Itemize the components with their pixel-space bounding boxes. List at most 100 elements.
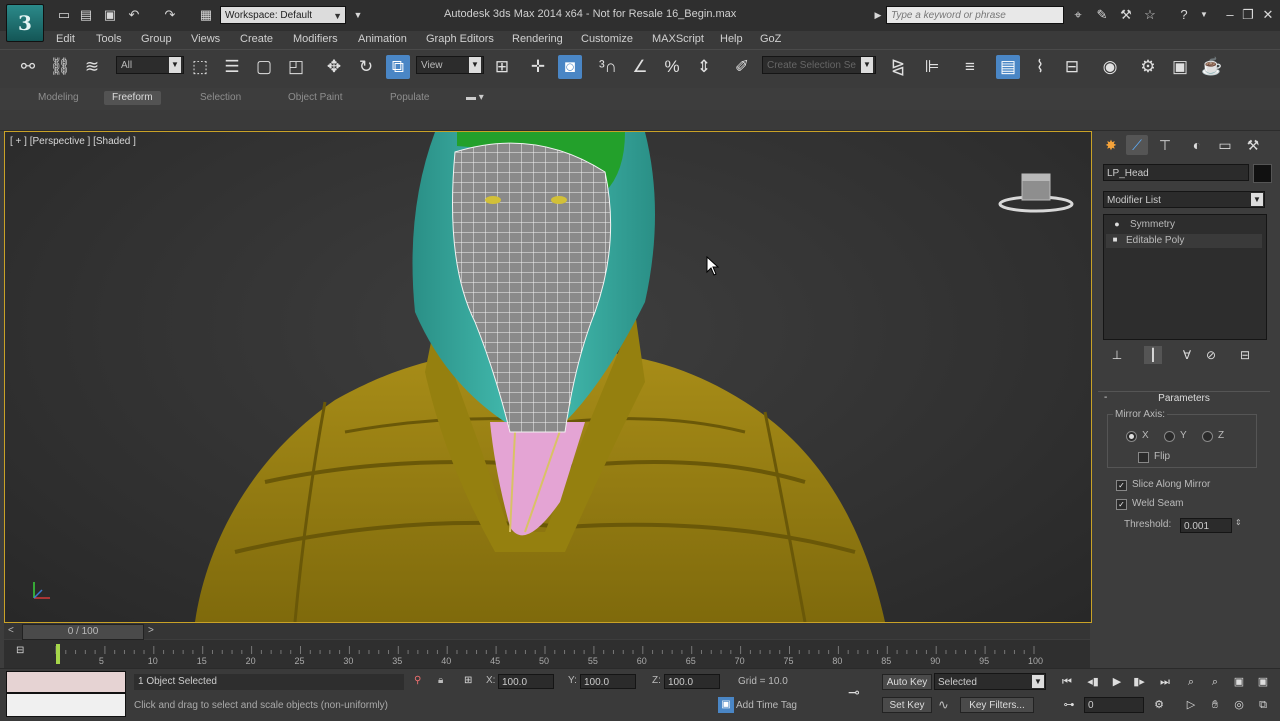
select-object-icon[interactable]: ⬚	[188, 55, 212, 79]
display-tab-icon[interactable]: ▭	[1214, 135, 1236, 155]
radio-axis-x[interactable]	[1126, 431, 1137, 442]
pivot-center-icon[interactable]: ⊞	[490, 55, 514, 79]
render-setup-icon[interactable]: ⚙	[1136, 55, 1160, 79]
go-to-end-icon[interactable]: ⏭	[1156, 673, 1174, 691]
material-editor-icon[interactable]: ◉	[1098, 55, 1122, 79]
z-coord-field[interactable]: 100.0	[664, 674, 720, 689]
pan-view-icon[interactable]: ✋︎	[1206, 696, 1224, 714]
maxscript-mini-listener[interactable]	[6, 671, 126, 693]
quick-access-menu-icon[interactable]: ▼	[350, 7, 366, 23]
select-by-name-icon[interactable]: ☰	[220, 55, 244, 79]
layer-manager-icon[interactable]: ≡	[958, 55, 982, 79]
auto-key-button[interactable]: Auto Key	[882, 674, 932, 690]
graphite-modeling-tools-icon[interactable]: ▤	[996, 55, 1020, 79]
rendered-frame-window-icon[interactable]: ▣	[1168, 55, 1192, 79]
ribbon-tab-populate[interactable]: Populate	[390, 92, 429, 103]
restore-icon[interactable]: ❐	[1240, 7, 1256, 23]
mirror-icon[interactable]: ⧎	[886, 55, 910, 79]
modifier-list-dropdown[interactable]: Modifier List ▼	[1103, 191, 1265, 208]
next-frame-icon[interactable]: ▮▸	[1130, 673, 1148, 691]
set-key-mode-icon[interactable]: ⊸	[848, 684, 860, 701]
spinner-arrows-icon[interactable]: ⇕	[1235, 518, 1242, 527]
time-slider-thumb[interactable]: 0 / 100	[22, 624, 144, 640]
rollout-collapse-icon[interactable]: -	[1104, 392, 1107, 403]
workspace-dropdown[interactable]: Workspace: Default ▼	[220, 6, 346, 24]
viewcube-icon[interactable]	[998, 170, 1078, 220]
schematic-view-icon[interactable]: ⊟	[1060, 55, 1084, 79]
subscription-center-icon[interactable]: ✎	[1094, 7, 1110, 23]
absolute-offset-toggle-icon[interactable]: ⊞	[464, 675, 472, 686]
menu-goz[interactable]: GoZ	[760, 33, 781, 45]
ribbon-tab-freeform[interactable]: Freeform	[104, 91, 161, 105]
select-and-link-icon[interactable]: ⚯	[16, 55, 40, 79]
radio-axis-z[interactable]	[1202, 431, 1213, 442]
key-mode-toggle-icon[interactable]: ⊶	[1060, 696, 1078, 714]
default-in-out-tangents-icon[interactable]: ∿	[938, 697, 949, 713]
menu-modifiers[interactable]: Modifiers	[293, 33, 338, 45]
edit-named-selection-icon[interactable]: ✐	[730, 55, 754, 79]
ribbon-tab-selection[interactable]: Selection	[200, 92, 241, 103]
isolate-selection-icon[interactable]: ⚲	[414, 675, 421, 686]
previous-frame-icon[interactable]: ◂▮	[1084, 673, 1102, 691]
align-icon[interactable]: ⊫	[920, 55, 944, 79]
new-file-icon[interactable]: ▭	[56, 7, 72, 23]
select-and-move-icon[interactable]: ✥	[322, 55, 346, 79]
create-tab-icon[interactable]: ✸	[1100, 135, 1122, 155]
parameters-rollout-header[interactable]: Parameters	[1098, 391, 1270, 406]
render-production-icon[interactable]: ☕	[1200, 55, 1224, 79]
search-expand-icon[interactable]: ▶	[870, 7, 886, 23]
time-slider-prev-icon[interactable]: <	[8, 625, 14, 636]
help-icon[interactable]: ?	[1176, 7, 1192, 23]
x-coord-field[interactable]: 100.0	[498, 674, 554, 689]
object-name-field[interactable]: LP_Head	[1103, 164, 1249, 181]
go-to-start-icon[interactable]: ⏮	[1058, 673, 1076, 691]
menu-help[interactable]: Help	[720, 33, 743, 45]
y-coord-field[interactable]: 100.0	[580, 674, 636, 689]
flip-checkbox[interactable]	[1138, 452, 1149, 463]
maxscript-mini-listener-output[interactable]	[6, 693, 126, 717]
percent-snap-icon[interactable]: %	[660, 55, 684, 79]
hierarchy-tab-icon[interactable]: ⊤	[1154, 135, 1176, 155]
time-configuration-icon[interactable]: ⚙	[1150, 696, 1168, 714]
perspective-viewport[interactable]	[4, 131, 1092, 623]
stack-item-editable-poly[interactable]: ■ Editable Poly	[1106, 234, 1262, 248]
app-logo-button[interactable]: 3	[6, 4, 44, 42]
object-color-swatch[interactable]	[1253, 164, 1272, 183]
orbit-icon[interactable]: ◎	[1230, 696, 1248, 714]
zoom-icon[interactable]: ⌕	[1182, 673, 1200, 691]
zoom-extents-all-icon[interactable]: ▣	[1254, 673, 1272, 691]
menu-group[interactable]: Group	[141, 33, 172, 45]
threshold-spinner[interactable]: 0.001	[1180, 518, 1232, 533]
favorites-star-icon[interactable]: ☆	[1142, 7, 1158, 23]
maximize-viewport-icon[interactable]: ⧉	[1254, 696, 1272, 714]
add-time-tag-button[interactable]: Add Time Tag	[736, 700, 797, 711]
modify-tab-icon[interactable]: ⟋	[1126, 135, 1148, 155]
minimize-icon[interactable]: –	[1222, 7, 1238, 23]
remove-modifier-icon[interactable]: ⊘	[1202, 346, 1220, 364]
reference-coordinate-dropdown[interactable]: View ▼	[416, 56, 484, 74]
menu-rendering[interactable]: Rendering	[512, 33, 563, 45]
set-key-button[interactable]: Set Key	[882, 697, 932, 713]
angle-snap-icon[interactable]: ∠	[628, 55, 652, 79]
menu-customize[interactable]: Customize	[581, 33, 633, 45]
unlink-selection-icon[interactable]: ⛓	[48, 55, 72, 79]
selection-filter-dropdown[interactable]: All ▼	[116, 56, 184, 74]
key-filters-button[interactable]: Key Filters...	[960, 697, 1034, 713]
menu-views[interactable]: Views	[191, 33, 220, 45]
menu-edit[interactable]: Edit	[56, 33, 75, 45]
save-file-icon[interactable]: ▣	[102, 7, 118, 23]
bind-space-warp-icon[interactable]: ≋	[80, 55, 104, 79]
configure-sets-icon[interactable]: ⊟	[1236, 346, 1254, 364]
help-menu-chevron-icon[interactable]: ▼	[1196, 7, 1212, 23]
show-end-result-icon[interactable]: ┃	[1144, 346, 1162, 364]
select-and-scale-icon[interactable]: ⧉	[386, 55, 410, 79]
binoculars-icon[interactable]: ⌖	[1070, 7, 1086, 23]
field-of-view-icon[interactable]: ▷	[1182, 696, 1200, 714]
undo-icon[interactable]: ↶	[126, 7, 142, 23]
motion-tab-icon[interactable]: ◐	[1186, 135, 1208, 155]
window-crossing-icon[interactable]: ◰	[284, 55, 308, 79]
zoom-all-icon[interactable]: ⌕	[1206, 673, 1224, 691]
menu-maxscript[interactable]: MAXScript	[652, 33, 704, 45]
time-tag-icon[interactable]: ▣	[718, 697, 734, 713]
named-selection-dropdown[interactable]: Create Selection Se ▼	[762, 56, 876, 74]
